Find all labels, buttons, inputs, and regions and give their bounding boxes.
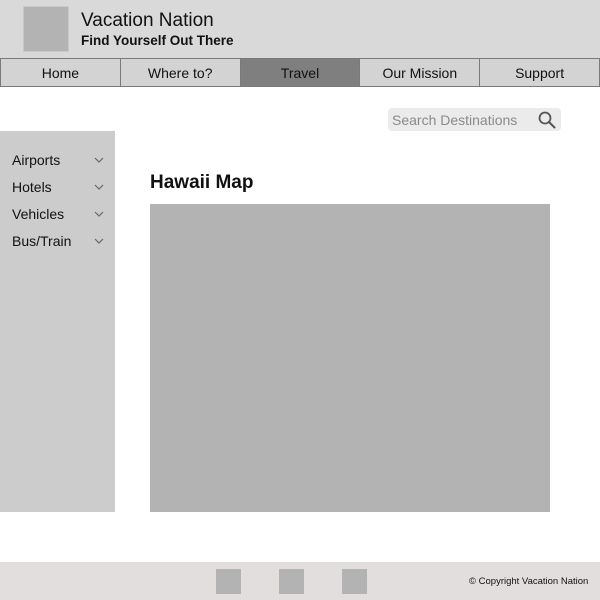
social-icon-placeholder[interactable]: [279, 569, 304, 594]
nav-item-travel[interactable]: Travel: [240, 58, 361, 87]
site-title: Vacation Nation: [81, 10, 214, 31]
sidebar-item-label: Bus/Train: [12, 233, 72, 249]
site-header: Vacation Nation Find Yourself Out There: [0, 0, 600, 58]
sidebar-item-label: Hotels: [12, 179, 52, 195]
nav-item-where-to[interactable]: Where to?: [120, 58, 241, 87]
chevron-down-icon: [94, 211, 104, 217]
nav-item-our-mission[interactable]: Our Mission: [360, 58, 481, 87]
sidebar-item-label: Vehicles: [12, 206, 65, 222]
social-icon-placeholder[interactable]: [342, 569, 367, 594]
nav-item-support[interactable]: Support: [480, 58, 600, 87]
map-placeholder[interactable]: [150, 204, 550, 512]
sidebar-item-label: Airports: [12, 152, 61, 168]
page-title: Hawaii Map: [150, 172, 254, 193]
search-icon[interactable]: [537, 110, 557, 130]
logo-placeholder[interactable]: [23, 6, 69, 52]
copyright-text: © Copyright Vacation Nation: [469, 576, 589, 587]
search-input[interactable]: [388, 108, 532, 131]
chevron-down-icon: [94, 238, 104, 244]
main-nav: Home Where to? Travel Our Mission Suppor…: [0, 58, 600, 87]
chevron-down-icon: [94, 157, 104, 163]
sidebar-item-bus-train[interactable]: Bus/Train: [0, 230, 115, 252]
chevron-down-icon: [94, 184, 104, 190]
sidebar: Airports Hotels Vehicles Bus/Train: [0, 131, 115, 512]
search-box: [388, 108, 561, 131]
sidebar-item-hotels[interactable]: Hotels: [0, 176, 115, 198]
sidebar-item-airports[interactable]: Airports: [0, 149, 115, 171]
sidebar-item-vehicles[interactable]: Vehicles: [0, 203, 115, 225]
nav-item-home[interactable]: Home: [0, 58, 121, 87]
social-icon-placeholder[interactable]: [216, 569, 241, 594]
site-tagline: Find Yourself Out There: [81, 33, 234, 48]
